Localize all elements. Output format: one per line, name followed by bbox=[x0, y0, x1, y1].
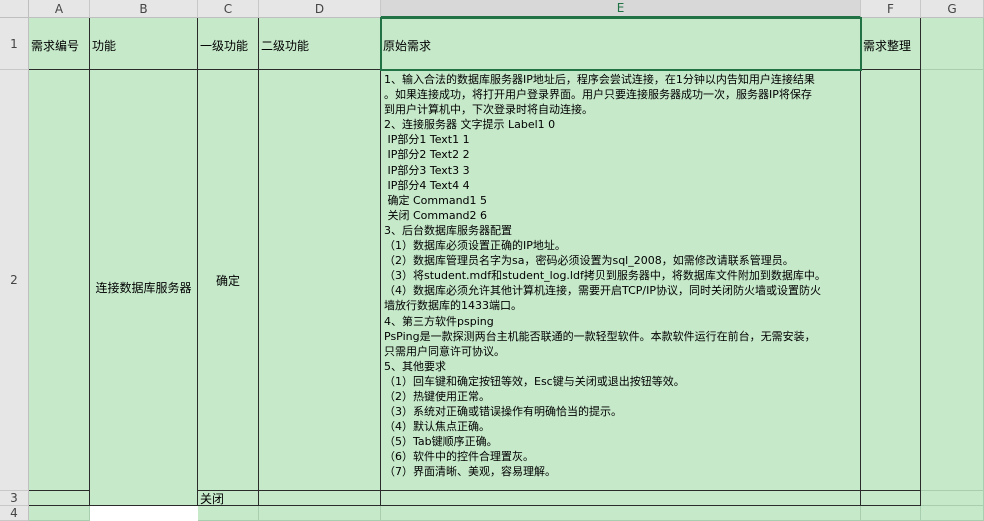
req-line: （1）回车键和确定按钮等效，Esc键与关闭或退出按钮等效。 bbox=[384, 374, 685, 388]
column-header-e[interactable]: E bbox=[381, 0, 861, 18]
cell-e3[interactable] bbox=[381, 491, 861, 506]
req-line: IP部分3 Text3 3 bbox=[384, 163, 470, 177]
req-line: （4）默认焦点正确。 bbox=[384, 420, 490, 434]
cell-b2-merged[interactable]: 连接数据库服务器 bbox=[90, 70, 198, 506]
req-line: IP部分4 Text4 4 bbox=[384, 178, 470, 192]
cell-g2[interactable] bbox=[921, 70, 984, 491]
cell-f2[interactable] bbox=[861, 70, 921, 491]
function-name: 连接数据库服务器 bbox=[95, 281, 192, 295]
cell-c1[interactable]: 一级功能 bbox=[198, 18, 259, 70]
req-line: 3、后台数据库服务器配置 bbox=[384, 223, 512, 237]
cell-d3[interactable] bbox=[259, 491, 381, 506]
cell-e2-requirements[interactable]: 1、输入合法的数据库服务器IP地址后，程序会尝试连接，在1分钟以内告知用户连接结… bbox=[381, 70, 861, 491]
req-line: IP部分1 Text1 1 bbox=[384, 133, 470, 147]
cell-a2[interactable] bbox=[29, 70, 90, 491]
req-line: （3）系统对正确或错误操作有明确恰当的提示。 bbox=[384, 405, 622, 419]
req-line: 到用户计算机中，下次登录时将自动连接。 bbox=[384, 103, 593, 117]
cell-b1-text: 功能 bbox=[92, 39, 117, 53]
column-header-f[interactable]: F bbox=[861, 0, 921, 18]
level1-function-confirm: 确定 bbox=[215, 273, 240, 288]
cell-g3[interactable] bbox=[921, 491, 984, 506]
req-line: 确定 Command1 5 bbox=[384, 193, 488, 207]
req-line: PsPing是一款探测两台主机能否联通的一款轻型软件。本款软件运行在前台，无需安… bbox=[384, 329, 816, 343]
req-line: （1）数据库必须设置正确的IP地址。 bbox=[384, 239, 566, 253]
column-header-c[interactable]: C bbox=[198, 0, 259, 18]
req-line: （7）界面清晰、美观，容易理解。 bbox=[384, 465, 556, 479]
column-header-b[interactable]: B bbox=[90, 0, 198, 18]
cell-c2[interactable]: 确定 bbox=[198, 70, 259, 491]
cell-a3[interactable] bbox=[29, 491, 90, 506]
cell-b1[interactable]: 功能 bbox=[90, 18, 198, 70]
cell-d2[interactable] bbox=[259, 70, 381, 491]
req-line: 只需用户同意许可协议。 bbox=[384, 344, 505, 358]
req-line: （6）软件中的控件合理置灰。 bbox=[384, 450, 534, 464]
req-line: 墙放行数据库的1433端口。 bbox=[384, 299, 522, 313]
req-line: 5、其他要求 bbox=[384, 359, 446, 373]
cell-c3[interactable]: 关闭 bbox=[198, 491, 259, 506]
req-line: （2）热键使用正常。 bbox=[384, 389, 490, 403]
req-line: 。如果连接成功，将打开用户登录界面。用户只要连接服务器成功一次，服务器IP将保存 bbox=[384, 88, 812, 102]
cell-e1[interactable]: 原始需求 bbox=[381, 18, 861, 70]
row-header-2[interactable]: 2 bbox=[0, 70, 29, 491]
column-header-d[interactable]: D bbox=[259, 0, 381, 18]
row-header-4[interactable]: 4 bbox=[0, 506, 29, 521]
req-line: （5）Tab键顺序正确。 bbox=[384, 435, 498, 449]
cell-g1[interactable] bbox=[921, 18, 984, 70]
row-header-1[interactable]: 1 bbox=[0, 18, 29, 70]
cell-f4[interactable] bbox=[861, 506, 921, 521]
cell-d4[interactable] bbox=[259, 506, 381, 521]
column-header-a[interactable]: A bbox=[29, 0, 90, 18]
cell-d1[interactable]: 二级功能 bbox=[259, 18, 381, 70]
req-line: 4、第三方软件psping bbox=[384, 314, 494, 328]
req-line: （2）数据库管理员名字为sa，密码必须设置为sql_2008，如需修改请联系管理… bbox=[384, 254, 794, 268]
cell-e4[interactable] bbox=[381, 506, 861, 521]
cell-a1-text: 需求编号 bbox=[31, 39, 80, 53]
req-line: 2、连接服务器 文字提示 Label1 0 bbox=[384, 118, 556, 132]
level1-function-close: 关闭 bbox=[200, 492, 225, 506]
cell-d1-text: 二级功能 bbox=[261, 39, 310, 53]
req-line: 1、输入合法的数据库服务器IP地址后，程序会尝试连接，在1分钟以内告知用户连接结… bbox=[384, 73, 815, 86]
column-header-g[interactable]: G bbox=[921, 0, 984, 18]
row-header-3[interactable]: 3 bbox=[0, 491, 29, 506]
cell-c4[interactable] bbox=[198, 506, 259, 521]
cell-e1-text: 原始需求 bbox=[383, 39, 432, 53]
cell-f1-text: 需求整理 bbox=[863, 39, 912, 53]
cell-g4[interactable] bbox=[921, 506, 984, 521]
cell-a4[interactable] bbox=[29, 506, 90, 521]
req-line: IP部分2 Text2 2 bbox=[384, 148, 470, 162]
req-line: （3）将student.mdf和student_log.ldf拷贝到服务器中，将… bbox=[384, 269, 826, 283]
cell-a1[interactable]: 需求编号 bbox=[29, 18, 90, 70]
req-line: 关闭 Command2 6 bbox=[384, 208, 488, 222]
select-all-corner[interactable] bbox=[0, 0, 29, 18]
req-line: （4）数据库必须允许其他计算机连接，需要开启TCP/IP协议，同时关闭防火墙或设… bbox=[384, 284, 821, 298]
cell-f3[interactable] bbox=[861, 491, 921, 506]
cell-c1-text: 一级功能 bbox=[200, 39, 249, 53]
cell-f1[interactable]: 需求整理 bbox=[861, 18, 921, 70]
